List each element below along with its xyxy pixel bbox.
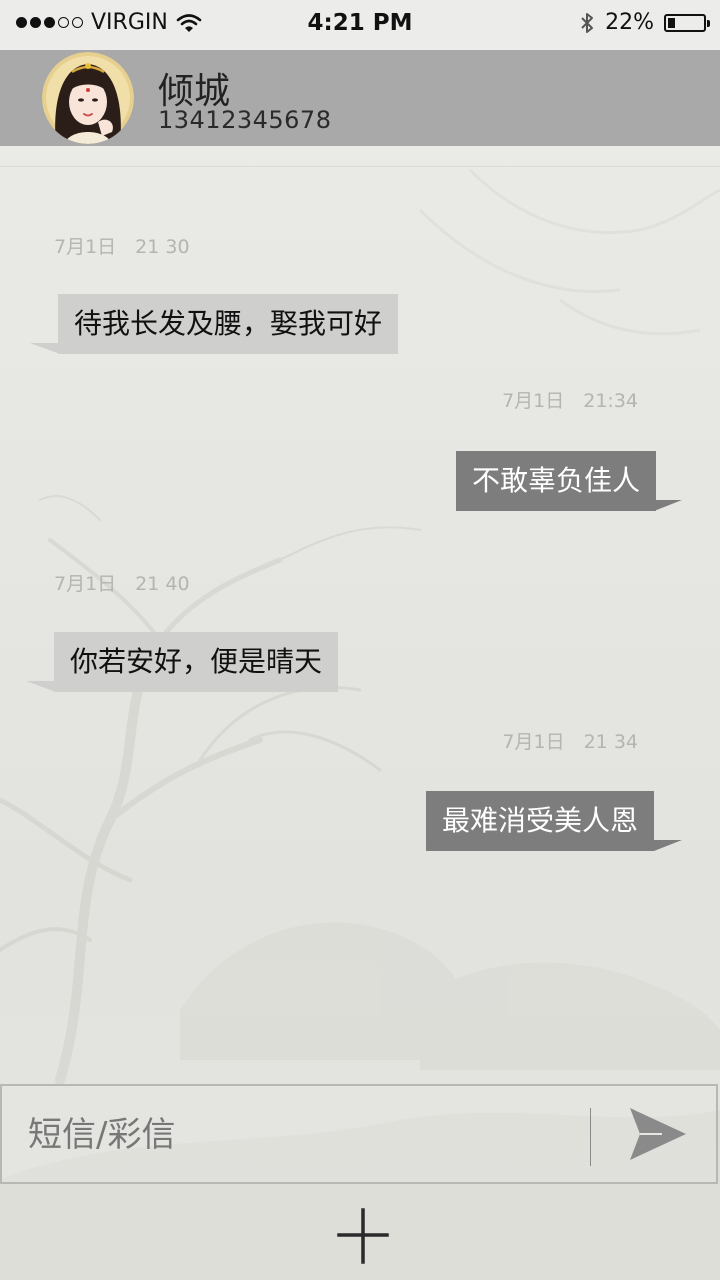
plus-icon — [337, 1208, 389, 1264]
bluetooth-icon — [581, 12, 594, 33]
bubble-tail — [654, 840, 682, 851]
contact-number: 13412345678 — [158, 106, 332, 134]
message-timestamp: 7月1日 21 40 — [54, 573, 190, 595]
bubble-tail — [30, 343, 60, 354]
composer-divider — [590, 1108, 591, 1166]
conversation-header: 倾城 13412345678 — [0, 50, 720, 146]
battery-icon — [664, 13, 710, 32]
avatar[interactable] — [42, 52, 134, 144]
message-bubble-outgoing[interactable]: 不敢辜负佳人 — [455, 451, 656, 511]
status-right: 22% — [579, 10, 710, 35]
send-icon — [630, 1108, 686, 1160]
message-bubble-incoming[interactable]: 待我长发及腰，娶我可好 — [58, 294, 399, 354]
battery-percent: 22% — [605, 10, 654, 35]
add-button[interactable] — [330, 1204, 396, 1270]
composer-bar — [0, 1084, 718, 1184]
message-timestamp: 7月1日 21 30 — [54, 236, 190, 258]
message-timestamp: 7月1日 21:34 — [502, 390, 638, 412]
message-timestamp: 7月1日 21 34 — [502, 731, 638, 753]
sms-input[interactable] — [26, 1108, 570, 1162]
message-bubble-outgoing[interactable]: 最难消受美人恩 — [425, 791, 654, 851]
battery-level-fill — [668, 17, 676, 28]
message-bubble-incoming[interactable]: 你若安好，便是晴天 — [54, 632, 339, 692]
status-bar: VIRGIN 4:21 PM 22% — [0, 0, 720, 50]
avatar-portrait-icon — [42, 52, 134, 144]
bubble-tail — [654, 500, 682, 511]
bubble-tail — [26, 681, 56, 692]
header-divider — [0, 166, 720, 167]
send-button[interactable] — [622, 1106, 692, 1166]
